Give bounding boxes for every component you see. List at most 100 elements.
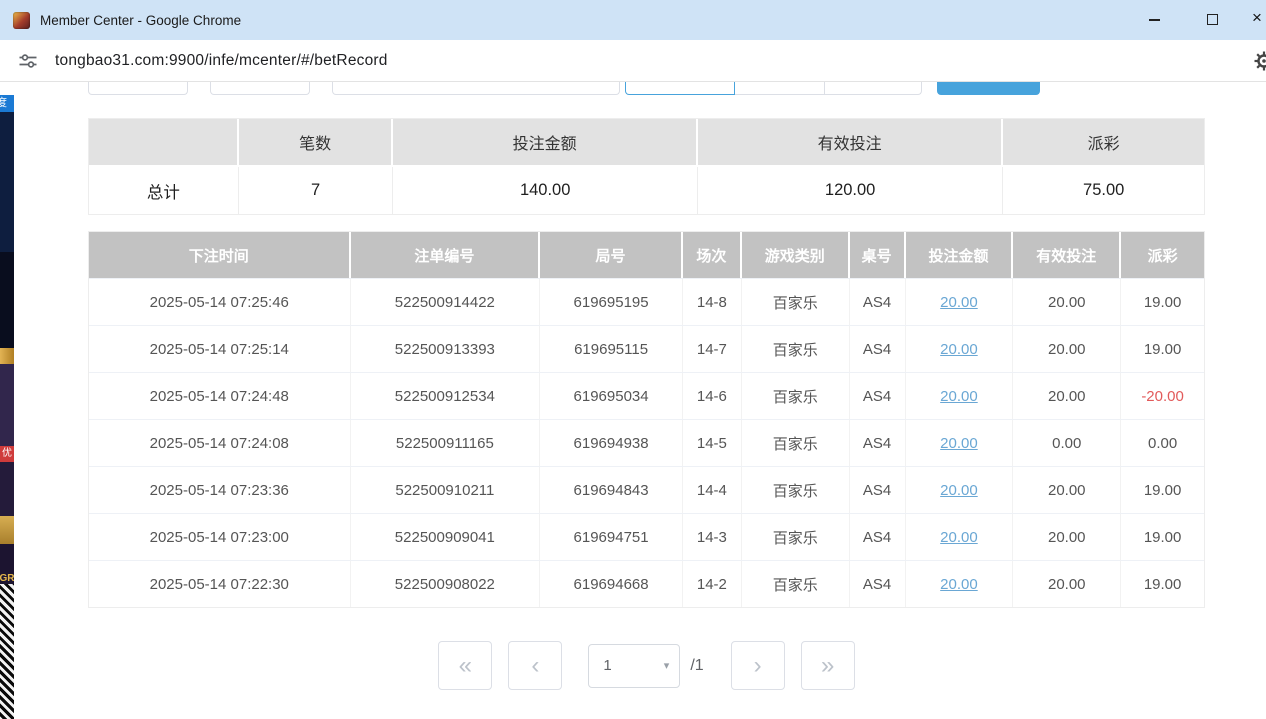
bet-record-table: 下注时间 注单编号 局号 场次 游戏类别 桌号 投注金额 有效投注 派彩 202… <box>88 231 1205 608</box>
summary-total-valid-bet: 120.00 <box>698 167 1003 214</box>
maximize-button[interactable] <box>1207 14 1218 25</box>
quick-range-button-active-partial[interactable] <box>625 82 735 95</box>
cell-payout: 19.00 <box>1121 561 1204 607</box>
cell-game-type: 百家乐 <box>742 561 850 607</box>
strip-segment <box>0 252 14 348</box>
cell-bet-amount-link[interactable]: 20.00 <box>906 467 1014 513</box>
bet-table-body: 2025-05-14 07:25:46 522500914422 6196951… <box>89 278 1204 607</box>
cell-table-no: AS4 <box>850 467 906 513</box>
quick-range-button-partial[interactable] <box>735 82 825 95</box>
search-button-partial[interactable] <box>937 82 1040 95</box>
cell-table-no: AS4 <box>850 279 906 325</box>
prev-page-button[interactable]: ‹ <box>508 641 562 690</box>
cell-bet-id: 522500913393 <box>351 326 541 372</box>
filter-button-partial[interactable] <box>88 82 188 95</box>
page-select-value: 1 <box>603 657 611 674</box>
next-page-button[interactable]: › <box>731 641 785 690</box>
column-header-bet-time: 下注时间 <box>89 232 351 278</box>
cell-bet-time: 2025-05-14 07:24:08 <box>89 420 351 466</box>
strip-segment: 度 <box>0 95 14 112</box>
cell-table-no: AS4 <box>850 373 906 419</box>
column-header-round-id: 局号 <box>540 232 683 278</box>
cell-bet-amount-link[interactable]: 20.00 <box>906 279 1014 325</box>
minimize-button[interactable] <box>1149 19 1160 21</box>
cell-bet-amount-link[interactable]: 20.00 <box>906 561 1014 607</box>
column-header-bet-id: 注单编号 <box>351 232 541 278</box>
cell-bet-amount-link[interactable]: 20.00 <box>906 514 1014 560</box>
cell-round-id: 619695034 <box>540 373 683 419</box>
cell-valid-bet: 20.00 <box>1013 279 1121 325</box>
qr-pattern <box>0 584 14 719</box>
url-text[interactable]: tongbao31.com:9900/infe/mcenter/#/betRec… <box>55 52 388 70</box>
cell-table-no: AS4 <box>850 326 906 372</box>
cell-payout: -20.00 <box>1121 373 1204 419</box>
app-icon <box>13 12 30 29</box>
date-range-input-partial[interactable] <box>332 82 620 95</box>
cell-bet-amount-link[interactable]: 20.00 <box>906 326 1014 372</box>
cell-valid-bet: 20.00 <box>1013 514 1121 560</box>
page-content: 度 优 GR 笔数 投注金额 有效投注 派彩 <box>0 82 1266 719</box>
page-select[interactable]: 1 ▾ <box>588 644 680 688</box>
cell-bet-amount-link[interactable]: 20.00 <box>906 373 1014 419</box>
summary-total-payout: 75.00 <box>1003 167 1204 214</box>
cell-session: 14-8 <box>683 279 742 325</box>
cell-bet-id: 522500914422 <box>351 279 541 325</box>
filter-button-partial[interactable] <box>210 82 310 95</box>
cell-bet-id: 522500912534 <box>351 373 541 419</box>
cell-payout: 0.00 <box>1121 420 1204 466</box>
cell-session: 14-4 <box>683 467 742 513</box>
quick-range-button-partial[interactable] <box>825 82 922 95</box>
cell-bet-time: 2025-05-14 07:23:36 <box>89 467 351 513</box>
close-button[interactable]: × <box>1252 8 1266 28</box>
cell-valid-bet: 20.00 <box>1013 467 1121 513</box>
cell-table-no: AS4 <box>850 420 906 466</box>
table-row: 2025-05-14 07:25:14 522500913393 6196951… <box>89 325 1204 372</box>
summary-header-blank <box>89 119 239 167</box>
cell-round-id: 619694668 <box>540 561 683 607</box>
address-bar[interactable]: tongbao31.com:9900/infe/mcenter/#/betRec… <box>0 40 1266 82</box>
cell-bet-time: 2025-05-14 07:22:30 <box>89 561 351 607</box>
strip-segment <box>0 348 14 364</box>
cell-bet-time: 2025-05-14 07:24:48 <box>89 373 351 419</box>
column-header-game-type: 游戏类别 <box>742 232 850 278</box>
cell-bet-id: 522500911165 <box>351 420 541 466</box>
table-row: 2025-05-14 07:23:36 522500910211 6196948… <box>89 466 1204 513</box>
cell-bet-id: 522500909041 <box>351 514 541 560</box>
summary-table: 笔数 投注金额 有效投注 派彩 总计 7 140.00 120.00 75.00 <box>88 118 1205 215</box>
cell-bet-amount-link[interactable]: 20.00 <box>906 420 1014 466</box>
table-row: 2025-05-14 07:23:00 522500909041 6196947… <box>89 513 1204 560</box>
cell-payout: 19.00 <box>1121 514 1204 560</box>
cell-session: 14-6 <box>683 373 742 419</box>
cell-valid-bet: 20.00 <box>1013 326 1121 372</box>
summary-total-row: 总计 7 140.00 120.00 75.00 <box>89 167 1204 214</box>
cell-bet-time: 2025-05-14 07:23:00 <box>89 514 351 560</box>
cell-round-id: 619695195 <box>540 279 683 325</box>
cell-payout: 19.00 <box>1121 467 1204 513</box>
cell-bet-time: 2025-05-14 07:25:46 <box>89 279 351 325</box>
cell-session: 14-2 <box>683 561 742 607</box>
first-page-button[interactable]: « <box>438 641 492 690</box>
table-row: 2025-05-14 07:22:30 522500908022 6196946… <box>89 560 1204 607</box>
cell-payout: 19.00 <box>1121 326 1204 372</box>
strip-segment <box>0 516 14 544</box>
cell-round-id: 619694751 <box>540 514 683 560</box>
cell-valid-bet: 20.00 <box>1013 373 1121 419</box>
cell-valid-bet: 20.00 <box>1013 561 1121 607</box>
cell-round-id: 619695115 <box>540 326 683 372</box>
site-settings-icon[interactable] <box>18 51 38 71</box>
bet-table-header-row: 下注时间 注单编号 局号 场次 游戏类别 桌号 投注金额 有效投注 派彩 <box>89 232 1204 278</box>
summary-total-label: 总计 <box>89 167 239 214</box>
summary-header-valid-bet: 有效投注 <box>698 119 1003 167</box>
total-pages-label: /1 <box>690 657 703 675</box>
column-header-bet-amount: 投注金额 <box>906 232 1014 278</box>
bet-record-page: 笔数 投注金额 有效投注 派彩 总计 7 140.00 120.00 75.00… <box>88 82 1205 690</box>
cell-round-id: 619694938 <box>540 420 683 466</box>
summary-header-count: 笔数 <box>239 119 394 167</box>
last-page-button[interactable]: » <box>801 641 855 690</box>
table-row: 2025-05-14 07:25:46 522500914422 6196951… <box>89 278 1204 325</box>
cell-bet-time: 2025-05-14 07:25:14 <box>89 326 351 372</box>
cell-game-type: 百家乐 <box>742 373 850 419</box>
strip-segment <box>0 462 14 516</box>
window-title: Member Center - Google Chrome <box>40 13 241 28</box>
gear-icon[interactable] <box>1254 51 1266 71</box>
